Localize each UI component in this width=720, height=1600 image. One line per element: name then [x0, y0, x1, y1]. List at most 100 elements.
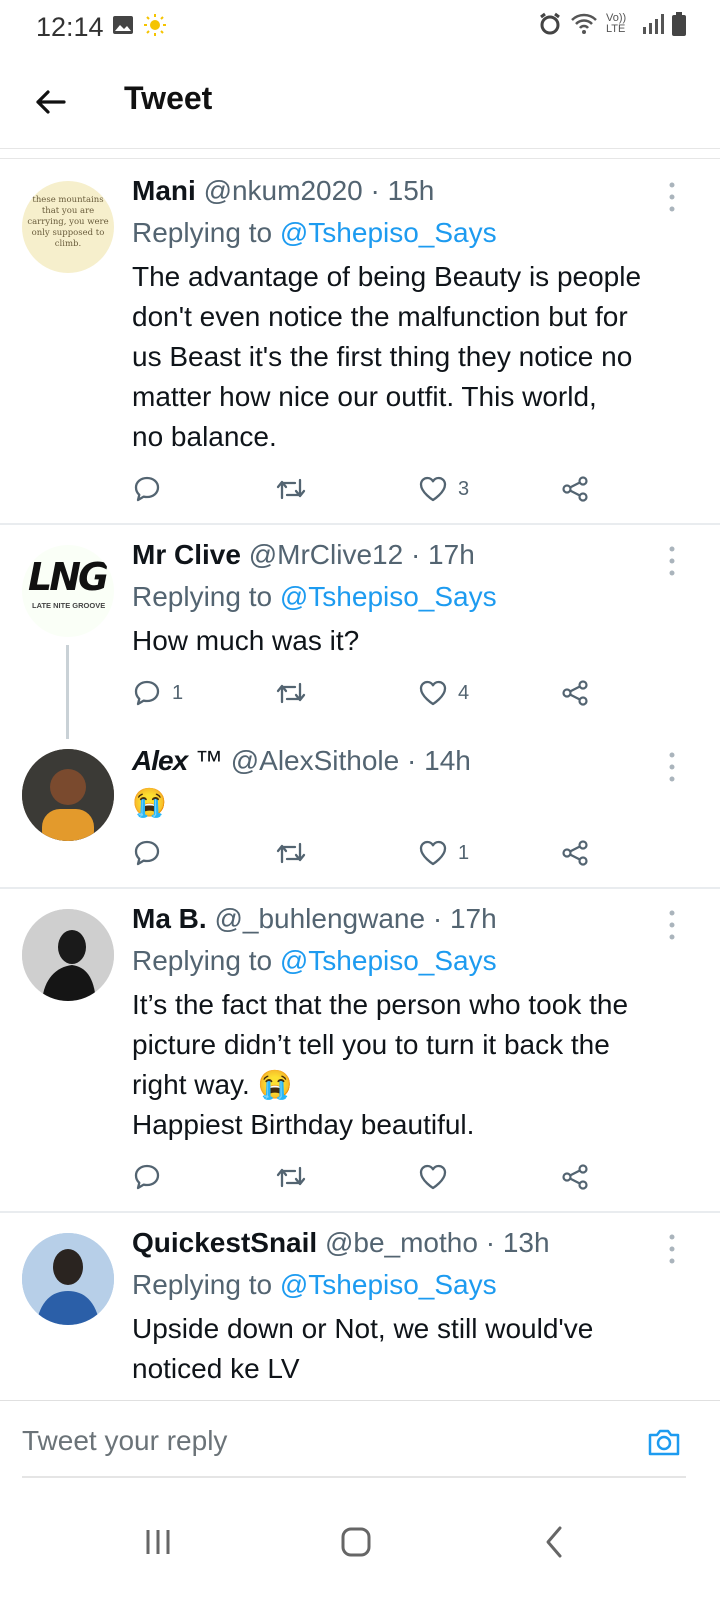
tweet-card[interactable]: Alex ™ @AlexSithole · 14h 😭 1	[0, 741, 720, 887]
like-button[interactable]: 1	[418, 833, 469, 873]
signal-icon	[643, 14, 664, 34]
gallery-icon	[113, 16, 133, 34]
avatar[interactable]	[22, 1233, 114, 1325]
heart-icon	[419, 840, 447, 866]
reply-input[interactable]: Tweet your reply	[22, 1425, 227, 1457]
reply-feed[interactable]: these mountains that you are carrying, y…	[0, 158, 720, 1427]
tweet-text: The advantage of being Beauty is people …	[132, 261, 642, 452]
more-vertical-icon[interactable]	[662, 749, 682, 785]
user-handle[interactable]: @AlexSithole	[231, 745, 400, 776]
retweet-button[interactable]	[274, 469, 308, 509]
composer-underline	[22, 1476, 686, 1478]
page-title: Tweet	[124, 80, 213, 116]
retweet-button[interactable]	[274, 1157, 308, 1197]
battery-icon	[672, 12, 686, 36]
camera-icon[interactable]	[646, 1424, 682, 1460]
comment-icon	[134, 840, 160, 866]
comment-icon	[134, 680, 160, 706]
more-vertical-icon[interactable]	[662, 907, 682, 943]
like-button[interactable]	[418, 1157, 458, 1197]
heart-icon	[419, 476, 447, 502]
replying-to-handle[interactable]: @Tshepiso_Says	[280, 217, 497, 248]
share-button[interactable]	[560, 469, 590, 509]
tweet-header: Alex ™ @AlexSithole · 14h	[132, 745, 471, 776]
retweet-icon	[276, 1166, 306, 1188]
more-vertical-icon[interactable]	[662, 1231, 682, 1267]
like-count: 1	[458, 841, 470, 864]
recent-apps-icon[interactable]	[128, 1512, 188, 1572]
app-bar: Tweet	[0, 56, 720, 149]
reply-composer[interactable]: Tweet your reply	[0, 1400, 720, 1479]
reply-button[interactable]	[132, 469, 172, 509]
comment-icon	[134, 1164, 160, 1190]
thread-connector	[66, 645, 69, 739]
like-button[interactable]: 3	[418, 469, 469, 509]
retweet-button[interactable]	[274, 673, 308, 713]
tweet-header: Ma B. @_buhlengwane · 17h	[132, 903, 497, 935]
replying-to: Replying to @Tshepiso_Says	[132, 1269, 497, 1300]
reply-count: 1	[172, 681, 184, 704]
user-handle[interactable]: @_buhlengwane	[214, 903, 425, 934]
replying-to-handle[interactable]: @Tshepiso_Says	[280, 1269, 497, 1300]
retweet-button[interactable]	[274, 833, 308, 873]
display-name[interactable]: Ma B.	[132, 903, 207, 934]
avatar[interactable]	[22, 749, 114, 841]
user-handle[interactable]: @MrClive12	[249, 539, 403, 570]
comment-icon	[134, 476, 160, 502]
user-handle[interactable]: @be_motho	[325, 1227, 478, 1258]
like-count: 4	[458, 681, 470, 704]
tweet-card[interactable]: these mountains that you are carrying, y…	[0, 159, 720, 523]
tweet-actions: 1	[132, 833, 602, 873]
replying-to: Replying to @Tshepiso_Says	[132, 581, 497, 612]
like-button[interactable]: 4	[418, 673, 469, 713]
status-time: 12:14	[36, 12, 104, 42]
more-vertical-icon[interactable]	[662, 543, 682, 579]
tweet-actions	[132, 1157, 602, 1197]
share-icon	[562, 840, 588, 866]
tweet-header: Mani @nkum2020 · 15h	[132, 175, 434, 207]
android-nav-bar	[0, 1480, 720, 1600]
reply-button[interactable]	[132, 833, 172, 873]
retweet-icon	[276, 478, 306, 500]
share-icon	[562, 680, 588, 706]
tweet-card[interactable]: QuickestSnail @be_motho · 13h Replying t…	[0, 1213, 720, 1427]
home-icon[interactable]	[326, 1512, 386, 1572]
avatar[interactable]: these mountains that you are carrying, y…	[22, 181, 114, 273]
more-vertical-icon[interactable]	[662, 179, 682, 215]
reply-button[interactable]	[132, 1157, 172, 1197]
reply-button[interactable]: 1	[132, 673, 183, 713]
tweet-text: It’s the fact that the person who took t…	[132, 989, 629, 1140]
share-icon	[562, 1164, 588, 1190]
avatar[interactable]	[22, 909, 114, 1001]
retweet-icon	[276, 682, 306, 704]
heart-icon	[419, 680, 447, 706]
alarm-icon	[540, 12, 560, 35]
display-name[interactable]: QuickestSnail	[132, 1227, 317, 1258]
back-nav-icon[interactable]	[524, 1512, 584, 1572]
share-button[interactable]	[560, 833, 590, 873]
tweet-text: 😭	[132, 787, 167, 818]
wifi-icon	[571, 13, 597, 34]
share-button[interactable]	[560, 1157, 590, 1197]
tweet-header: Mr Clive @MrClive12 · 17h	[132, 539, 475, 571]
heart-icon	[419, 1164, 447, 1190]
avatar[interactable]: LNG LATE NITE GROOVE	[22, 545, 114, 637]
retweet-icon	[276, 842, 306, 864]
like-count: 3	[458, 477, 470, 500]
back-arrow-icon[interactable]	[28, 80, 72, 124]
tweet-time: · 13h	[485, 1227, 550, 1258]
network-label: Vo)) LTE	[606, 12, 627, 35]
replying-to-handle[interactable]: @Tshepiso_Says	[280, 945, 497, 976]
avatar-logo: LNG	[28, 555, 109, 599]
tweet-card[interactable]: LNG LATE NITE GROOVE Mr Clive @MrClive12…	[0, 525, 720, 739]
share-icon	[562, 476, 588, 502]
tweet-time: · 17h	[410, 539, 475, 570]
display-name[interactable]: Mr Clive	[132, 539, 241, 570]
user-handle[interactable]: @nkum2020	[204, 175, 363, 206]
share-button[interactable]	[560, 673, 590, 713]
tweet-time: · 14h	[407, 745, 471, 776]
tweet-card[interactable]: Ma B. @_buhlengwane · 17h Replying to @T…	[0, 889, 720, 1211]
display-name[interactable]: Mani	[132, 175, 196, 206]
replying-to-handle[interactable]: @Tshepiso_Says	[280, 581, 497, 612]
display-name[interactable]: Alex	[132, 745, 188, 776]
